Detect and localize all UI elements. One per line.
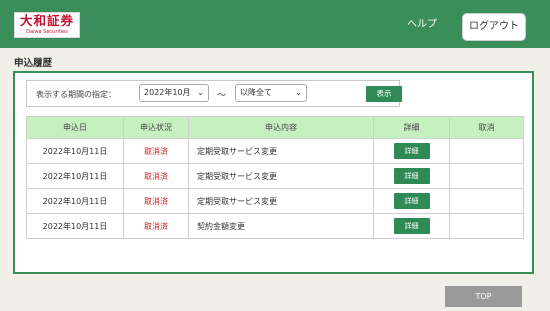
- detail-button[interactable]: 詳細: [393, 193, 430, 209]
- range-select-value: 以降全て: [240, 88, 272, 97]
- detail-button[interactable]: 詳細: [393, 168, 430, 184]
- top-button[interactable]: TOP: [445, 286, 522, 307]
- logout-button[interactable]: ログアウト: [462, 13, 526, 41]
- cell-content: 定期受取サービス変更: [188, 138, 374, 164]
- show-button[interactable]: 表示: [366, 86, 402, 102]
- cell-date: 2022年10月11日: [26, 188, 124, 214]
- chevron-down-icon: ⌄: [295, 88, 302, 97]
- column-header-cancel: 取消: [449, 116, 524, 139]
- cell-cancel: [449, 138, 524, 164]
- cell-date: 2022年10月11日: [26, 213, 124, 239]
- history-panel: 表示する期間の指定： 2022年10月 ⌄ ～ 以降全て ⌄ 表示 申込日 申込…: [13, 71, 534, 274]
- cell-status: 取消済: [123, 163, 189, 189]
- table-row: 2022年10月11日 取消済 定期受取サービス変更 詳細: [26, 163, 524, 189]
- app-header: 大和証券 Daiwa Securities ヘルプ ログアウト: [0, 0, 550, 48]
- cell-cancel: [449, 188, 524, 214]
- month-select[interactable]: 2022年10月 ⌄: [139, 84, 209, 102]
- column-header-status: 申込状況: [123, 116, 189, 139]
- cell-detail: 詳細: [373, 188, 450, 214]
- cell-date: 2022年10月11日: [26, 163, 124, 189]
- cell-status: 取消済: [123, 213, 189, 239]
- help-link[interactable]: ヘルプ: [402, 18, 442, 32]
- cell-content: 契約金額変更: [188, 213, 374, 239]
- period-filter-label: 表示する期間の指定：: [36, 90, 116, 99]
- table-row: 2022年10月11日 取消済 契約金額変更 詳細: [26, 213, 524, 239]
- detail-button[interactable]: 詳細: [393, 143, 430, 159]
- column-header-date: 申込日: [26, 116, 124, 139]
- page-title: 申込履歴: [14, 58, 53, 69]
- cell-date: 2022年10月11日: [26, 138, 124, 164]
- application-history-table: 申込日 申込状況 申込内容 詳細 取消 2022年10月11日 取消済 定期受取…: [26, 116, 524, 239]
- cell-detail: 詳細: [373, 138, 450, 164]
- cell-status: 取消済: [123, 138, 189, 164]
- cell-detail: 詳細: [373, 163, 450, 189]
- cell-cancel: [449, 163, 524, 189]
- cell-content: 定期受取サービス変更: [188, 188, 374, 214]
- range-separator: ～: [217, 91, 227, 101]
- column-header-detail: 詳細: [373, 116, 450, 139]
- column-header-content: 申込内容: [188, 116, 374, 139]
- chevron-down-icon: ⌄: [197, 88, 204, 97]
- logo-text: 大和証券: [19, 13, 74, 28]
- table-row: 2022年10月11日 取消済 定期受取サービス変更 詳細: [26, 138, 524, 164]
- range-select[interactable]: 以降全て ⌄: [235, 84, 307, 102]
- cell-content: 定期受取サービス変更: [188, 163, 374, 189]
- month-select-value: 2022年10月: [144, 88, 191, 97]
- detail-button[interactable]: 詳細: [393, 218, 430, 234]
- logo-subtext: Daiwa Securities: [26, 29, 68, 35]
- daiwa-logo[interactable]: 大和証券 Daiwa Securities: [14, 12, 80, 38]
- cell-detail: 詳細: [373, 213, 450, 239]
- cell-status: 取消済: [123, 188, 189, 214]
- table-row: 2022年10月11日 取消済 定期受取サービス変更 詳細: [26, 188, 524, 214]
- period-filter: 表示する期間の指定： 2022年10月 ⌄ ～ 以降全て ⌄ 表示: [26, 80, 402, 107]
- table-header-row: 申込日 申込状況 申込内容 詳細 取消: [26, 116, 524, 139]
- cell-cancel: [449, 213, 524, 239]
